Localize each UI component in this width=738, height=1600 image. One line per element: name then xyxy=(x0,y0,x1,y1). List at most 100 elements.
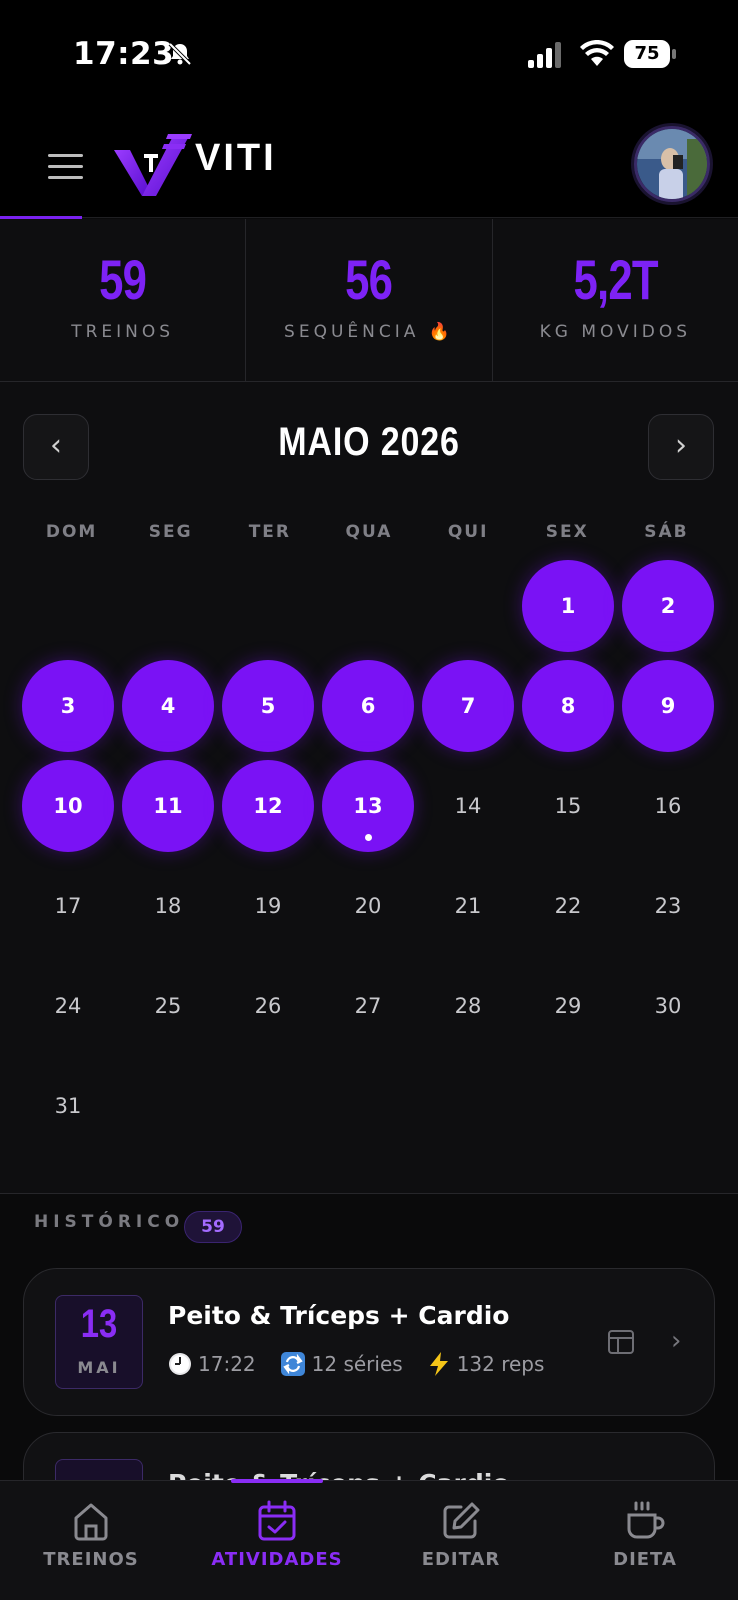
calendar-day-number: 8 xyxy=(560,694,576,718)
status-bar: 17:23 75 xyxy=(0,0,738,110)
calendar-day-completed[interactable]: 7 xyxy=(422,660,522,760)
tab-atividades[interactable]: ATIVIDADES xyxy=(192,1499,362,1589)
next-month-button[interactable]: › xyxy=(648,414,714,480)
calendar-day-completed[interactable]: 12 xyxy=(222,760,322,860)
month-title: MAIO 2026 xyxy=(278,420,460,464)
history-month: MAI xyxy=(77,1358,121,1377)
calendar-day[interactable]: 23 xyxy=(622,860,722,960)
calendar-day[interactable]: 20 xyxy=(322,860,422,960)
calendar-day[interactable]: 29 xyxy=(522,960,622,1060)
calendar-day-number: 7 xyxy=(460,694,476,718)
calendar-day[interactable]: 30 xyxy=(622,960,722,1060)
calendar: ‹ MAIO 2026 › DOM SEG TER QUA QUI SEX SÁ… xyxy=(0,382,738,1194)
calendar-day[interactable]: 26 xyxy=(222,960,322,1060)
calendar-day-completed[interactable]: 5 xyxy=(222,660,322,760)
avatar-photo-icon xyxy=(637,129,707,199)
calendar-day-completed[interactable]: 3 xyxy=(22,660,122,760)
calendar-day-number: 23 xyxy=(654,894,682,918)
calendar-day[interactable]: 18 xyxy=(122,860,222,960)
calendar-day[interactable]: 14 xyxy=(422,760,522,860)
clock-icon xyxy=(169,1353,191,1375)
calendar-day-completed[interactable]: 13 xyxy=(322,760,422,860)
stat-label: KG MOVIDOS xyxy=(539,322,692,342)
calendar-day-completed[interactable]: 6 xyxy=(322,660,422,760)
calendar-day-number: 21 xyxy=(454,894,482,918)
calendar-day-number: 24 xyxy=(54,994,82,1018)
weekday-label: QUI xyxy=(447,522,489,542)
calendar-empty-cell xyxy=(22,560,122,660)
tab-active-indicator xyxy=(231,1479,323,1483)
calendar-day-number: 28 xyxy=(454,994,482,1018)
calendar-day[interactable]: 17 xyxy=(22,860,122,960)
menu-icon[interactable] xyxy=(48,154,83,180)
tab-treinos[interactable]: TREINOS xyxy=(6,1499,176,1589)
stat-sequencia: 56 SEQUÊNCIA 🔥 xyxy=(246,219,493,381)
calendar-day-number: 5 xyxy=(260,694,276,718)
calendar-day-completed[interactable]: 8 xyxy=(522,660,622,760)
calendar-day-completed[interactable]: 2 xyxy=(622,560,722,660)
avatar[interactable] xyxy=(634,126,710,202)
tab-label: TREINOS xyxy=(43,1549,139,1570)
calendar-empty-cell xyxy=(422,560,522,660)
signal-icon xyxy=(528,42,561,68)
calendar-day[interactable]: 21 xyxy=(422,860,522,960)
calendar-day[interactable]: 24 xyxy=(22,960,122,1060)
calendar-day-number: 20 xyxy=(354,894,382,918)
calendar-day-number: 14 xyxy=(454,794,482,818)
history-series-value: 12 séries xyxy=(311,1352,403,1376)
history-time-value: 17:22 xyxy=(198,1352,256,1376)
calendar-day-completed[interactable]: 11 xyxy=(122,760,222,860)
calendar-day-completed[interactable]: 4 xyxy=(122,660,222,760)
calendar-empty-cell xyxy=(122,560,222,660)
tab-dieta[interactable]: DIETA xyxy=(560,1499,730,1589)
calendar-day[interactable]: 19 xyxy=(222,860,322,960)
history-label: HISTÓRICO xyxy=(34,1212,185,1232)
weekday-label: SÁB xyxy=(644,522,689,542)
history-reps-value: 132 reps xyxy=(456,1352,545,1376)
calendar-day[interactable]: 15 xyxy=(522,760,622,860)
home-icon xyxy=(74,1503,108,1541)
calendar-day-completed[interactable]: 1 xyxy=(522,560,622,660)
calendar-day-number: 22 xyxy=(554,894,582,918)
calendar-day[interactable]: 27 xyxy=(322,960,422,1060)
calendar-day-number: 19 xyxy=(254,894,282,918)
tab-editar[interactable]: EDITAR xyxy=(376,1499,546,1589)
tab-label: EDITAR xyxy=(421,1549,501,1570)
calendar-day-number: 12 xyxy=(253,794,283,818)
calendar-day-number: 27 xyxy=(354,994,382,1018)
stat-label: SEQUÊNCIA 🔥 xyxy=(284,322,454,342)
layout-icon[interactable] xyxy=(607,1328,635,1356)
calendar-day-number: 2 xyxy=(660,594,676,618)
calendar-day-number: 31 xyxy=(54,1094,82,1118)
stat-label: TREINOS xyxy=(71,322,175,342)
calendar-day-number: 30 xyxy=(654,994,682,1018)
history-day: 13 xyxy=(80,1302,118,1346)
calendar-day[interactable]: 22 xyxy=(522,860,622,960)
calendar-day-number: 4 xyxy=(160,694,176,718)
calendar-day[interactable]: 31 xyxy=(22,1060,122,1160)
calendar-day[interactable]: 25 xyxy=(122,960,222,1060)
calendar-day-number: 6 xyxy=(360,694,376,718)
calendar-empty-cell xyxy=(222,560,322,660)
calendar-day-number: 17 xyxy=(54,894,82,918)
bell-muted-icon xyxy=(168,42,192,66)
calendar-day-number: 11 xyxy=(153,794,183,818)
calendar-day-number: 25 xyxy=(154,994,182,1018)
calendar-day-completed[interactable]: 9 xyxy=(622,660,722,760)
history-meta: 17:22 12 séries 132 reps xyxy=(168,1351,568,1377)
chevron-right-icon[interactable]: › xyxy=(671,1326,681,1356)
calendar-day-number: 10 xyxy=(53,794,83,818)
weekday-label: DOM xyxy=(45,522,98,542)
app-name: VITI xyxy=(195,137,277,179)
coffee-cup-icon xyxy=(627,1501,665,1539)
calendar-day-completed[interactable]: 10 xyxy=(22,760,122,860)
calendar-check-icon xyxy=(258,1500,296,1541)
calendar-day[interactable]: 16 xyxy=(622,760,722,860)
battery-icon: 75 xyxy=(624,40,676,68)
tab-label: DIETA xyxy=(613,1549,677,1570)
status-time: 17:23 xyxy=(73,36,175,72)
history-card[interactable]: 13 MAI Peito & Tríceps + Cardio 17:22 12… xyxy=(23,1268,715,1416)
history-count-badge: 59 xyxy=(184,1211,242,1243)
calendar-day[interactable]: 28 xyxy=(422,960,522,1060)
weekday-label: SEG xyxy=(148,522,193,542)
